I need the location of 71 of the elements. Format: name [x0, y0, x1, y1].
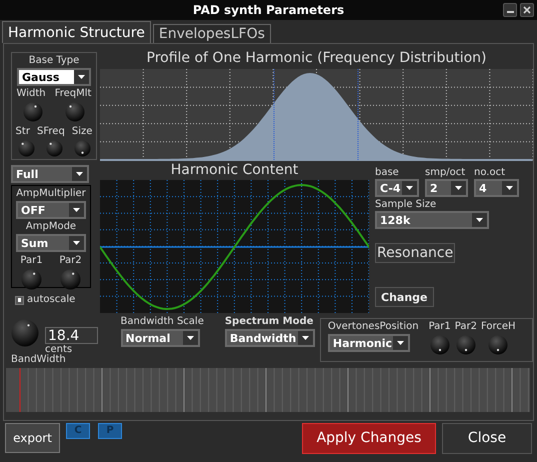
harmonic-content-title: Harmonic Content — [170, 163, 298, 177]
label: ForceH — [480, 322, 516, 332]
profile-title: Profile of One Harmonic (Frequency Distribution) — [146, 51, 486, 65]
knob[interactable] — [74, 140, 90, 157]
label: no.oct — [474, 168, 506, 178]
dropdown[interactable]: Full — [11, 165, 89, 183]
resonance-button[interactable]: Resonance — [375, 243, 456, 263]
caret-icon — [506, 186, 513, 190]
dropdown[interactable]: 128k — [375, 211, 489, 229]
knob[interactable] — [65, 102, 85, 122]
knob[interactable] — [18, 140, 34, 157]
label: cents — [45, 345, 74, 355]
dropdown[interactable]: Sum — [16, 234, 86, 252]
label: Sample Size — [375, 200, 438, 210]
label: Par1 — [428, 322, 451, 332]
label: Par1 — [20, 256, 43, 266]
label: Spectrum Mode — [224, 317, 314, 327]
label: Par2 — [59, 256, 82, 266]
label: smp/oct — [425, 168, 466, 178]
caret-icon — [396, 341, 404, 345]
knob[interactable] — [430, 335, 450, 355]
dropdown[interactable]: Normal — [120, 329, 200, 347]
label: AmpMultiplier — [16, 189, 86, 199]
dropdown[interactable]: 2 — [425, 179, 468, 197]
tab[interactable]: Harmonic Structure — [2, 21, 151, 43]
checkbox[interactable] — [15, 296, 24, 304]
caret-icon — [455, 186, 462, 190]
knob[interactable] — [60, 269, 81, 290]
label: Bandwidth Scale — [120, 317, 204, 327]
caret-icon — [73, 208, 80, 212]
knob[interactable] — [488, 335, 508, 355]
label: Width — [16, 89, 46, 99]
label: Size — [72, 127, 92, 137]
knob[interactable] — [23, 102, 43, 122]
label: BandWidth — [11, 355, 67, 365]
dropdown[interactable]: C-4 — [375, 179, 419, 197]
dropdown[interactable]: Harmonic — [328, 334, 410, 352]
caret-icon — [78, 75, 85, 79]
label: FreqMlt — [54, 89, 92, 99]
close-button[interactable] — [520, 3, 534, 17]
dropdown[interactable]: OFF — [16, 201, 86, 219]
dropdown[interactable]: Bandwidth — [224, 329, 315, 347]
label: AmpMode — [26, 222, 76, 232]
label: OvertonesPosition — [328, 322, 419, 332]
label: Str — [16, 127, 30, 137]
label: autoscale — [27, 295, 76, 305]
dropdown[interactable]: 4 — [474, 179, 519, 197]
dropdown[interactable]: Gauss — [17, 68, 91, 86]
caret-icon — [406, 186, 413, 190]
bandwidth-field[interactable]: 18.4 — [45, 327, 98, 344]
close-window-button[interactable]: Close — [442, 423, 532, 454]
caret-icon — [302, 336, 309, 340]
label: Base Type — [28, 56, 80, 66]
caret-icon — [73, 241, 80, 245]
knob[interactable] — [21, 269, 42, 290]
export-button[interactable]: export — [5, 423, 60, 453]
apply-changes-button[interactable]: Apply Changes — [302, 423, 436, 454]
change-button[interactable]: Change — [375, 287, 434, 307]
knob[interactable] — [11, 319, 39, 347]
label: base — [375, 168, 400, 178]
minimize-button[interactable] — [503, 3, 517, 17]
caret-icon — [76, 172, 83, 176]
window-title: PAD synth Parameters — [192, 2, 344, 19]
caret-icon — [476, 218, 483, 222]
label: Par2 — [454, 322, 477, 332]
knob[interactable] — [46, 140, 62, 157]
knob[interactable] — [456, 335, 476, 355]
caret-icon — [186, 336, 194, 340]
close-icon — [523, 6, 531, 14]
tab[interactable]: EnvelopesLFOs — [152, 24, 271, 43]
label: SFreq — [37, 127, 65, 137]
